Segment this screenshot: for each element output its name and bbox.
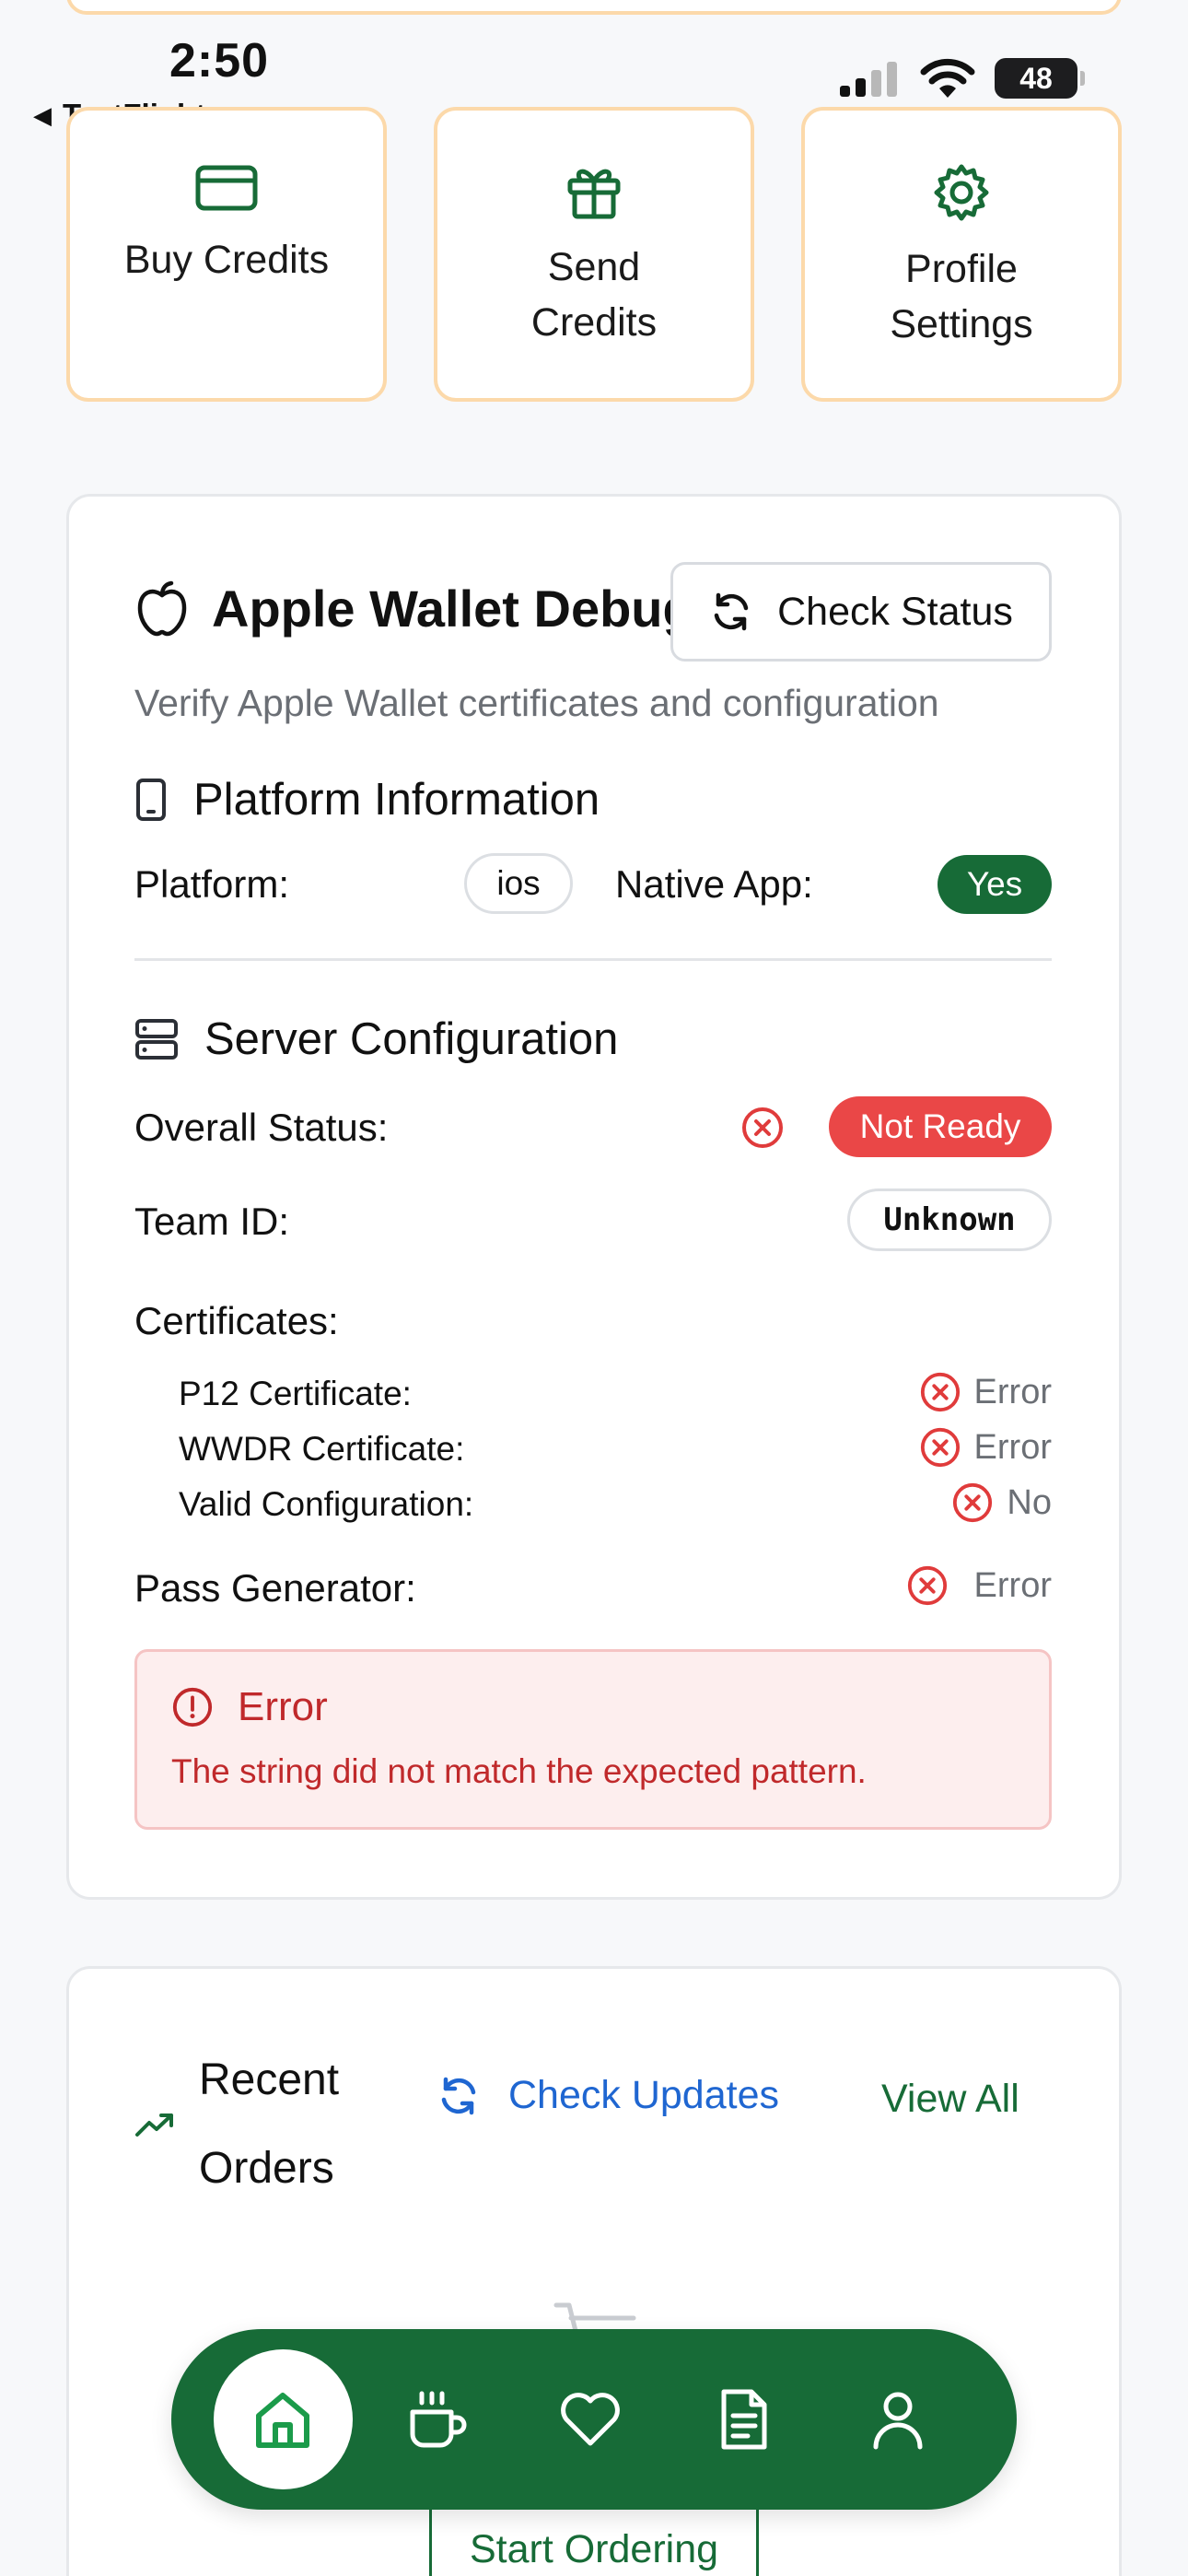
start-ordering-button[interactable]: Start Ordering [429, 2504, 759, 2576]
profile-settings-button[interactable]: Profile Settings [801, 107, 1122, 402]
status-time: 2:50 [169, 34, 270, 88]
nav-menu[interactable] [360, 2342, 514, 2497]
native-app-value: Yes [966, 865, 1023, 903]
pass-generator-status: Error [906, 1564, 1052, 1607]
check-status-button[interactable]: Check Status [670, 562, 1052, 662]
start-ordering-label: Start Ordering [469, 2527, 719, 2571]
battery-indicator: 48 [995, 58, 1085, 99]
buy-credits-label: Buy Credits [123, 238, 330, 282]
platform-info-heading: Platform Information [134, 774, 600, 825]
x-circle-icon [920, 1427, 960, 1468]
team-id-label: Team ID: [134, 1200, 290, 1243]
platform-info-title: Platform Information [193, 775, 600, 825]
wwdr-cert-label: WWDR Certificate: [179, 1430, 465, 1468]
cellular-signal-icon [840, 62, 897, 97]
native-app-badge: Yes [938, 855, 1052, 914]
p12-cert-label: P12 Certificate: [179, 1375, 412, 1412]
check-updates-label: Check Updates [508, 2073, 779, 2117]
p12-cert-status: Error [919, 1371, 1052, 1413]
wallet-debug-subtitle: Verify Apple Wallet certificates and con… [134, 682, 939, 724]
battery-level: 48 [1019, 61, 1053, 95]
error-alert-title: Error [238, 1684, 328, 1729]
p12-cert-value: Error [973, 1372, 1052, 1411]
phone-icon [136, 779, 166, 821]
valid-config-value: No [1007, 1482, 1052, 1522]
send-credits-button[interactable]: Send Credits [434, 107, 754, 402]
user-icon [873, 2392, 923, 2450]
top-card-edge [66, 0, 1122, 15]
pass-generator-value: Error [973, 1565, 1052, 1605]
check-status-label: Check Status [777, 589, 1013, 634]
server-icon [135, 1019, 178, 1060]
x-circle-icon [907, 1565, 947, 1606]
overall-status-value: Not Ready [859, 1107, 1021, 1145]
platform-value: ios [496, 864, 541, 902]
status-icons: 48 [840, 57, 1085, 100]
document-icon [721, 2389, 767, 2450]
pass-generator-label: Pass Generator: [134, 1566, 416, 1610]
back-triangle-icon: ◀ [33, 100, 52, 129]
native-app-label: Native App: [615, 862, 813, 906]
wallet-debug-header: Apple Wallet Debug [134, 579, 694, 638]
team-id-badge: Unknown [847, 1188, 1052, 1251]
overall-status-label: Overall Status: [134, 1106, 389, 1149]
recent-orders-title: Recent Orders [199, 2055, 340, 2193]
x-circle-icon [920, 1372, 960, 1412]
send-credits-label: Send Credits [530, 245, 658, 345]
bottom-nav [171, 2329, 1017, 2510]
x-circle-icon [742, 1107, 783, 1148]
nav-profile[interactable] [821, 2342, 974, 2497]
server-config-title: Server Configuration [204, 1014, 619, 1064]
credit-card-icon [195, 165, 258, 211]
x-circle-icon [953, 1482, 993, 1523]
section-divider [134, 958, 1052, 961]
error-alert-box [134, 1649, 1052, 1830]
wallet-debug-title: Apple Wallet Debug [212, 580, 694, 638]
refresh-icon [441, 2077, 476, 2114]
wifi-icon [920, 58, 975, 98]
server-config-heading: Server Configuration [134, 1013, 618, 1065]
nav-favorites[interactable] [514, 2342, 668, 2497]
wwdr-cert-status: Error [919, 1426, 1052, 1469]
trending-up-icon [135, 2113, 173, 2137]
team-id-value: Unknown [883, 1201, 1016, 1238]
buy-credits-button[interactable]: Buy Credits [66, 107, 387, 402]
nav-orders[interactable] [667, 2342, 821, 2497]
valid-config-label: Valid Configuration: [179, 1485, 474, 1523]
check-updates-button[interactable]: Check Updates [437, 2073, 779, 2118]
wwdr-cert-value: Error [973, 1427, 1052, 1467]
platform-label: Platform: [134, 862, 290, 906]
heart-icon [561, 2393, 620, 2446]
refresh-icon [714, 592, 749, 631]
recent-orders-header: Recent Orders [134, 2036, 383, 2213]
coffee-icon [410, 2391, 467, 2448]
gear-icon [934, 164, 989, 221]
view-all-link[interactable]: View All [881, 2077, 1019, 2122]
home-icon [256, 2393, 310, 2448]
profile-settings-label: Profile Settings [890, 247, 1033, 346]
platform-value-badge: ios [464, 853, 573, 914]
valid-config-status: No [951, 1481, 1052, 1524]
nav-home[interactable] [214, 2349, 353, 2489]
gift-icon [567, 169, 621, 219]
alert-circle-icon [172, 1687, 213, 1727]
error-alert-header: Error [171, 1684, 328, 1730]
certificates-label: Certificates: [134, 1299, 339, 1342]
apple-icon [137, 580, 187, 636]
error-alert-message: The string did not match the expected pa… [171, 1752, 867, 1790]
overall-status-badge: Not Ready [829, 1096, 1052, 1157]
